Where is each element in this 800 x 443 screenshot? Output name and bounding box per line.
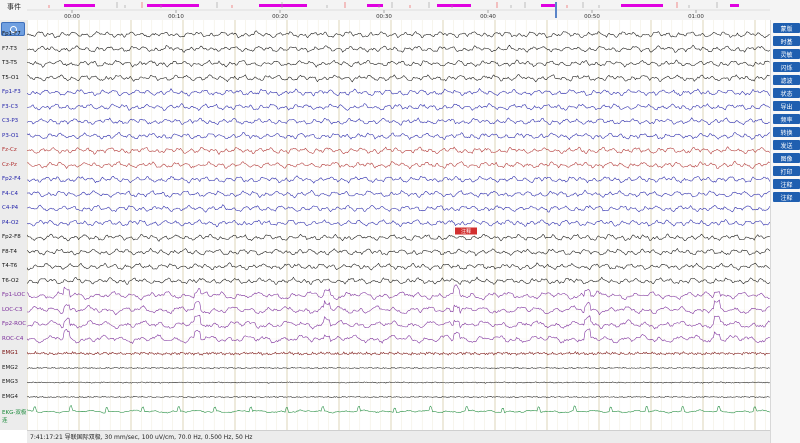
toolbar-button[interactable]: 打印 [773, 166, 800, 176]
timeline-event-marker[interactable] [147, 4, 199, 7]
channel-label[interactable]: F4-C4 [2, 191, 18, 197]
toolbar-button[interactable]: 注释 [773, 179, 800, 189]
channel-label[interactable]: C3-P3 [2, 118, 18, 124]
timeline-event-marker[interactable] [437, 4, 471, 7]
timeline-overview[interactable]: 00:00 00:10 00:20 00:30 00:40 00:50 01:00 [27, 0, 770, 20]
timeline-event-marker[interactable] [541, 4, 555, 7]
channel-label[interactable]: T5-O1 [2, 75, 19, 81]
channel-label-panel: Fp1-F7 F7-T3 T3-T5 T5-O1 Fp1-F3 F3-C3 C3-P3 P3-… [0, 20, 28, 430]
timeline-event-marker[interactable] [367, 4, 383, 7]
eeg-viewer-window: 事件 00:00 00:10 00:20 00:30 00:40 00:50 01:00 F… [0, 0, 800, 443]
channel-label[interactable]: EMG4 [2, 394, 18, 400]
timeline-cursor[interactable] [555, 2, 557, 18]
channel-label[interactable]: EMG1 [2, 350, 18, 356]
channel-label[interactable]: T6-O2 [2, 278, 19, 284]
toolbar-button[interactable]: 转换 [773, 127, 800, 137]
channel-label[interactable]: EKG-双极连 [2, 408, 27, 424]
eeg-waveform-area[interactable]: 注释 [27, 20, 770, 430]
plot-background [27, 20, 770, 430]
channel-label[interactable]: ROC-C4 [2, 336, 23, 342]
timeline-event-marker[interactable] [621, 4, 663, 7]
toolbar-button[interactable]: 灵敏 [773, 49, 800, 59]
toolbar-button[interactable]: 蒙版 [773, 23, 800, 33]
channel-label[interactable]: Fz-Cz [2, 147, 17, 153]
timeline-event-marker[interactable] [259, 4, 307, 7]
channel-label[interactable]: F7-T3 [2, 46, 17, 52]
channel-label[interactable]: Fp2-F4 [2, 176, 21, 182]
annotation-label: 注释 [461, 228, 471, 235]
channel-label[interactable]: EMG3 [2, 379, 18, 385]
channel-label[interactable]: F8-T4 [2, 249, 17, 255]
channel-label[interactable]: Cz-Pz [2, 162, 17, 168]
timeline-event-marker[interactable] [64, 4, 95, 7]
event-timeline-bar: 事件 00:00 00:10 00:20 00:30 00:40 00:50 01:00 [0, 0, 800, 21]
toolbar-button[interactable]: 时基 [773, 36, 800, 46]
channel-label[interactable]: C4-P4 [2, 205, 18, 211]
toolbar-button[interactable]: 图像 [773, 153, 800, 163]
channel-label[interactable]: T4-T6 [2, 263, 17, 269]
right-toolbar: 蒙版 时基 灵敏 闪烁 滤波 状态 导出 频率 转换 发送 图像 打印 注释 注释 [770, 20, 800, 443]
toolbar-button[interactable]: 闪烁 [773, 62, 800, 72]
status-bar: 7:41:17:21 导联国际双极, 30 mm/sec, 100 uV/cm,… [27, 430, 770, 443]
channel-label[interactable]: T3-T5 [2, 60, 17, 66]
timeline-event-marker[interactable] [730, 4, 739, 7]
toolbar-button[interactable]: 状态 [773, 88, 800, 98]
toolbar-button[interactable]: 注释 [773, 192, 800, 202]
channel-label[interactable]: F3-C3 [2, 104, 18, 110]
channel-label[interactable]: P3-O1 [2, 133, 19, 139]
channel-label[interactable]: Fp2-ROC [2, 321, 26, 327]
channel-label[interactable]: Fp2-F8 [2, 234, 21, 240]
channel-label[interactable]: P4-O2 [2, 220, 19, 226]
channel-label[interactable]: EMG2 [2, 365, 18, 371]
toolbar-button[interactable]: 导出 [773, 101, 800, 111]
channel-label[interactable]: Fp1-LOC [2, 292, 25, 298]
channel-label[interactable]: Fp1-F7 [2, 31, 21, 37]
toolbar-button[interactable]: 滤波 [773, 75, 800, 85]
toolbar-button[interactable]: 频率 [773, 114, 800, 124]
channel-label[interactable]: LOC-C3 [2, 307, 22, 313]
toolbar-button[interactable]: 发送 [773, 140, 800, 150]
channel-label[interactable]: Fp1-F3 [2, 89, 21, 95]
events-label: 事件 [7, 3, 21, 11]
